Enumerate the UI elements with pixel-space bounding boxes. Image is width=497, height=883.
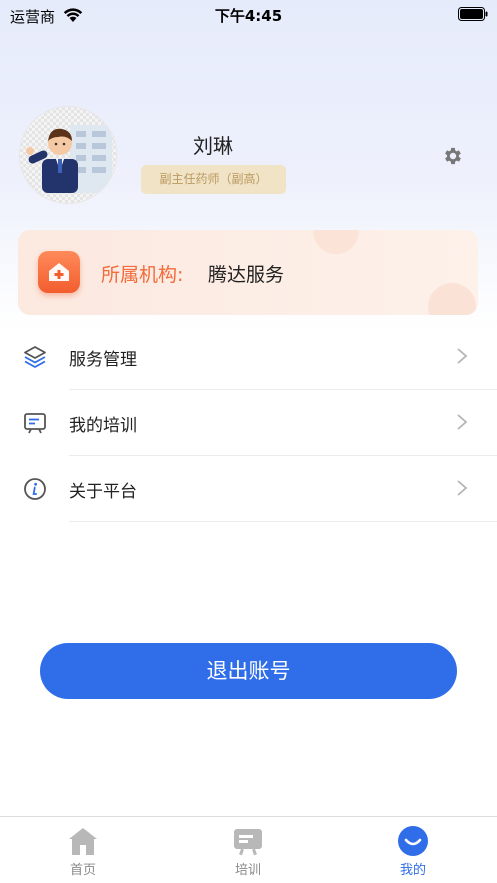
home-icon (69, 828, 97, 855)
tab-bar: 首页 培训 我的 (0, 816, 497, 883)
decorative-circle (313, 230, 359, 254)
menu-item-label: 关于平台 (69, 482, 137, 502)
hospital-icon (38, 251, 80, 293)
chevron-right-icon (457, 480, 468, 496)
chevron-right-icon (457, 414, 468, 430)
divider (69, 521, 497, 522)
logout-button[interactable]: 退出账号 (40, 643, 457, 699)
organization-label: 所属机构: (101, 264, 184, 286)
tab-label: 首页 (69, 863, 96, 878)
tab-mine[interactable]: 我的 (363, 817, 463, 883)
battery-icon (458, 7, 488, 21)
training-board-icon (24, 413, 46, 434)
organization-name: 腾达服务 (208, 264, 285, 286)
mine-icon (398, 826, 428, 856)
tab-home[interactable]: 首页 (33, 817, 133, 883)
decorative-circle (428, 283, 476, 315)
clock: 下午4:45 (214, 7, 283, 25)
user-name: 刘琳 (193, 134, 233, 158)
status-bar: 运营商 下午4:45 (0, 0, 497, 30)
menu-item-service-management[interactable]: 服务管理 (0, 324, 497, 390)
tab-label: 我的 (399, 863, 426, 878)
avatar[interactable] (19, 106, 117, 204)
tab-training[interactable]: 培训 (198, 817, 298, 883)
info-icon (24, 478, 46, 500)
tab-label: 培训 (234, 863, 261, 878)
menu-item-label: 我的培训 (69, 416, 137, 436)
menu-item-about-platform[interactable]: 关于平台 (0, 456, 497, 522)
chevron-right-icon (457, 348, 468, 364)
layers-icon (24, 346, 46, 368)
gear-icon[interactable] (442, 145, 464, 167)
training-icon (234, 829, 262, 856)
menu-item-label: 服务管理 (69, 350, 137, 370)
menu-item-my-training[interactable]: 我的培训 (0, 390, 497, 456)
avatar-doctor-illustration (20, 107, 116, 203)
organization-card: 所属机构: 腾达服务 (18, 230, 478, 315)
user-title-badge: 副主任药师（副高） (141, 165, 286, 194)
